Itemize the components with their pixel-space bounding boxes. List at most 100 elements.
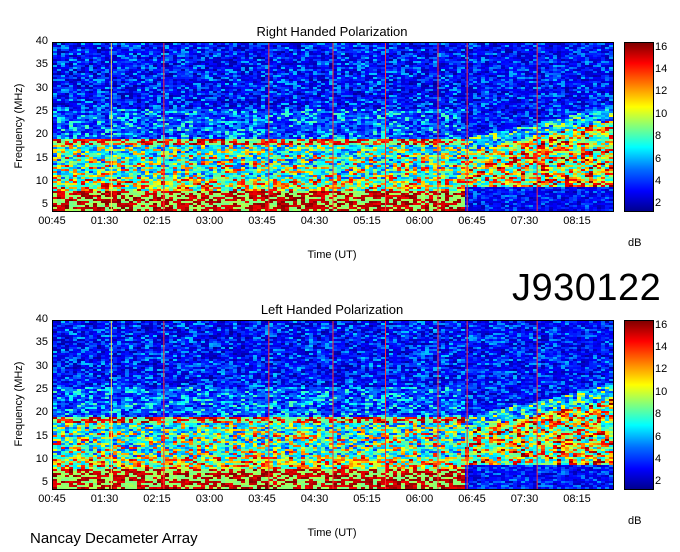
spectrogram-cell xyxy=(217,61,222,64)
spectrogram-cell xyxy=(505,63,510,66)
spectrogram-cell xyxy=(345,109,350,112)
spectrogram-cell xyxy=(517,103,522,106)
spectrogram-cell xyxy=(509,91,514,94)
spectrogram-cell xyxy=(557,67,562,70)
spectrogram-cell xyxy=(421,71,426,74)
spectrogram-cell xyxy=(449,89,454,92)
spectrogram-cell xyxy=(341,55,346,58)
spectrogram-cell xyxy=(173,53,178,56)
spectrogram-cell xyxy=(353,63,358,66)
spectrogram-cell xyxy=(389,77,394,80)
spectrogram-cell xyxy=(573,87,578,90)
spectrogram-cell xyxy=(273,57,278,60)
spectrogram-cell xyxy=(269,85,274,88)
spectrogram-cell xyxy=(573,81,578,84)
spectrogram-cell xyxy=(53,107,58,110)
spectrogram-cell xyxy=(61,87,66,90)
spectrogram-cell xyxy=(441,83,446,86)
spectrogram-cell xyxy=(165,107,170,110)
spectrogram-cell xyxy=(449,79,454,82)
spectrogram-cell xyxy=(125,69,130,72)
spectrogram-cell xyxy=(469,49,474,52)
spectrogram-cell xyxy=(205,93,210,96)
spectrogram-cell xyxy=(289,95,294,98)
spectrogram-cell xyxy=(457,111,462,114)
spectrogram-cell xyxy=(161,43,166,46)
spectrogram-cell xyxy=(277,75,282,78)
spectrogram-cell xyxy=(233,87,238,90)
spectrogram-cell xyxy=(209,61,214,64)
spectrogram-cell xyxy=(161,53,166,56)
spectrogram-cell xyxy=(505,89,510,92)
spectrogram-cell xyxy=(93,77,98,80)
spectrogram-cell xyxy=(141,91,146,94)
spectrogram-cell xyxy=(325,83,330,86)
spectrogram-cell xyxy=(353,101,358,104)
spectrogram-cell xyxy=(261,105,266,108)
spectrogram-cell xyxy=(369,63,374,66)
spectrogram-cell xyxy=(513,63,518,66)
spectrogram-cell xyxy=(605,59,610,62)
spectrogram-cell xyxy=(193,49,198,52)
spectrogram-cell xyxy=(345,69,350,72)
spectrogram-cell xyxy=(85,91,90,94)
spectrogram-cell xyxy=(253,65,258,68)
spectrogram-cell xyxy=(481,65,486,68)
spectrogram-cell xyxy=(417,65,422,68)
spectrogram-cell xyxy=(453,79,458,82)
spectrogram-cell xyxy=(341,77,346,80)
spectrogram-cell xyxy=(101,67,106,70)
spectrogram-cell xyxy=(485,111,490,114)
spectrogram-cell xyxy=(401,69,406,72)
spectrogram-cell xyxy=(401,49,406,52)
spectrogram-cell xyxy=(541,95,546,98)
spectrogram-cell xyxy=(601,69,606,72)
spectrogram-cell xyxy=(521,103,526,106)
spectrogram-cell xyxy=(225,103,230,106)
spectrogram-cell xyxy=(413,71,418,74)
spectrogram-cell xyxy=(449,59,454,62)
spectrogram-cell xyxy=(125,63,130,66)
spectrogram-cell xyxy=(261,69,266,72)
spectrogram-cell xyxy=(433,63,438,66)
spectrogram-cell xyxy=(169,61,174,64)
spectrogram-cell xyxy=(373,103,378,106)
spectrogram-cell xyxy=(69,63,74,66)
spectrogram-cell xyxy=(521,71,526,74)
spectrogram-cell xyxy=(353,97,358,100)
spectrogram-cell xyxy=(561,111,566,114)
spectrogram-cell xyxy=(581,73,586,76)
spectrogram-cell xyxy=(553,89,558,92)
spectrogram-cell xyxy=(433,99,438,102)
spectrogram-cell xyxy=(337,99,342,102)
spectrogram-cell xyxy=(125,61,130,64)
spectrogram-cell xyxy=(169,77,174,80)
spectrogram-cell xyxy=(485,77,490,80)
spectrogram-cell xyxy=(145,83,150,86)
spectrogram-cell xyxy=(121,79,126,82)
spectrogram-cell xyxy=(297,89,302,92)
spectrogram-cell xyxy=(181,61,186,64)
spectrogram-cell xyxy=(449,67,454,70)
spectrogram-cell xyxy=(61,59,66,62)
spectrogram-cell xyxy=(101,83,106,86)
spectrogram-cell xyxy=(93,65,98,68)
spectrogram-cell xyxy=(457,109,462,112)
spectrogram-cell xyxy=(321,43,326,46)
spectrogram-cell xyxy=(413,101,418,104)
spectrogram-cell xyxy=(449,49,454,52)
spectrogram-cell xyxy=(349,75,354,78)
spectrogram-cell xyxy=(417,47,422,50)
spectrogram-cell xyxy=(293,75,298,78)
spectrogram-cell xyxy=(373,61,378,64)
spectrogram-cell xyxy=(393,57,398,60)
spectrogram-cell xyxy=(85,65,90,68)
spectrogram-cell xyxy=(113,87,118,90)
spectrogram-cell xyxy=(589,59,594,62)
spectrogram-cell xyxy=(229,63,234,66)
spectrogram-cell xyxy=(121,63,126,66)
spectrogram-cell xyxy=(341,65,346,68)
spectrogram-cell xyxy=(545,109,550,112)
spectrogram-cell xyxy=(277,71,282,74)
spectrogram-cell xyxy=(457,65,462,68)
